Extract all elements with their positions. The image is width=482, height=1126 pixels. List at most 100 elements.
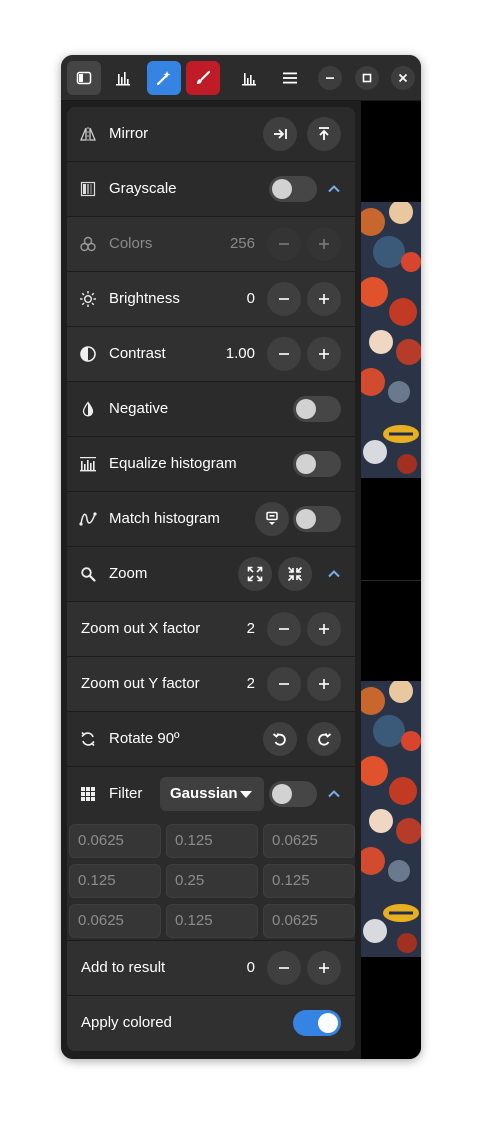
arrow-to-right-icon xyxy=(274,129,287,139)
equalize-histogram-label: Equalize histogram xyxy=(109,455,237,472)
content-area: Mirror Grayscale Colors 256 Brightness 0… xyxy=(61,101,421,1059)
maximize-icon xyxy=(362,73,372,83)
filter-switch[interactable] xyxy=(269,781,317,807)
plus-icon xyxy=(319,624,329,634)
match-histogram-icon xyxy=(79,510,97,528)
grayscale-icon xyxy=(79,180,97,198)
add-to-result-value: 0 xyxy=(246,959,255,976)
close-button[interactable] xyxy=(391,66,415,90)
image-preview xyxy=(361,101,421,1059)
plus-icon xyxy=(319,679,329,689)
contrast-decrement-button[interactable] xyxy=(267,337,301,371)
magic-wand-button[interactable] xyxy=(147,61,181,95)
image-select-icon xyxy=(266,511,278,525)
kernel-cell[interactable]: 0.0625 xyxy=(263,824,355,858)
equalize-histogram-switch[interactable] xyxy=(293,451,341,477)
mirror-label: Mirror xyxy=(109,125,149,142)
plus-icon xyxy=(319,239,329,249)
add-to-result-row: Add to result 0 xyxy=(67,941,355,996)
grayscale-collapse-button[interactable] xyxy=(325,180,343,198)
colors-increment-button[interactable] xyxy=(307,227,341,261)
kernel-cell[interactable]: 0.125 xyxy=(166,904,258,938)
zoom-y-increment-button[interactable] xyxy=(307,667,341,701)
match-histogram-select-button[interactable] xyxy=(255,502,289,536)
mirror-row: Mirror xyxy=(67,107,355,162)
add-to-result-label: Add to result xyxy=(81,959,166,976)
sidebar-toggle-button[interactable] xyxy=(67,61,101,95)
minus-icon xyxy=(279,967,289,969)
minimize-button[interactable] xyxy=(318,66,342,90)
negative-row: Negative xyxy=(67,382,355,437)
kernel-cell[interactable]: 0.125 xyxy=(263,864,355,898)
add-to-result-increment-button[interactable] xyxy=(307,951,341,985)
kernel-cell[interactable]: 0.125 xyxy=(69,864,161,898)
switch-knob xyxy=(272,784,292,804)
kernel-cell[interactable]: 0.25 xyxy=(166,864,258,898)
negative-label: Negative xyxy=(109,400,169,417)
equalize-histogram-row: Equalize histogram xyxy=(67,437,355,492)
zoom-x-factor-value: 2 xyxy=(246,620,255,637)
brush-icon xyxy=(197,70,211,84)
grayscale-switch[interactable] xyxy=(269,176,317,202)
apply-colored-switch[interactable] xyxy=(293,1010,341,1036)
histogram-icon xyxy=(116,72,130,86)
plus-icon xyxy=(319,349,329,359)
colors-decrement-button[interactable] xyxy=(267,227,301,261)
contrast-icon xyxy=(79,345,97,363)
zoom-collapse-button[interactable] xyxy=(325,565,343,583)
kernel-cell[interactable]: 0.0625 xyxy=(69,904,161,938)
rotate-right-button[interactable] xyxy=(307,722,341,756)
filter-collapse-button[interactable] xyxy=(325,785,343,803)
result-image xyxy=(361,681,421,957)
main-menu-button[interactable] xyxy=(273,61,307,95)
brightness-increment-button[interactable] xyxy=(307,282,341,316)
zoom-in-button[interactable] xyxy=(238,557,272,591)
close-icon xyxy=(398,73,408,83)
chevron-up-icon xyxy=(328,790,340,798)
filter-label: Filter xyxy=(109,785,143,802)
match-histogram-switch[interactable] xyxy=(293,506,341,532)
arrow-to-top-icon xyxy=(319,127,329,140)
brightness-icon xyxy=(79,290,97,308)
zoom-y-decrement-button[interactable] xyxy=(267,667,301,701)
rotate-left-button[interactable] xyxy=(263,722,297,756)
filter-type-dropdown[interactable]: Gaussian xyxy=(160,777,264,811)
minus-icon xyxy=(279,298,289,300)
maximize-button[interactable] xyxy=(355,66,379,90)
negative-icon xyxy=(79,400,97,418)
add-to-result-decrement-button[interactable] xyxy=(267,951,301,985)
filter-grid-icon xyxy=(79,785,97,803)
plus-icon xyxy=(319,294,329,304)
switch-knob xyxy=(296,454,316,474)
switch-knob xyxy=(296,399,316,419)
chevron-up-icon xyxy=(328,570,340,578)
zoom-x-increment-button[interactable] xyxy=(307,612,341,646)
zoom-x-decrement-button[interactable] xyxy=(267,612,301,646)
contrast-increment-button[interactable] xyxy=(307,337,341,371)
minimize-icon xyxy=(326,77,334,79)
brightness-label: Brightness xyxy=(109,290,180,307)
switch-knob xyxy=(296,509,316,529)
mirror-icon xyxy=(79,125,97,143)
histogram-view-button[interactable] xyxy=(232,61,266,95)
operations-panel: Mirror Grayscale Colors 256 Brightness 0… xyxy=(67,107,355,1051)
mirror-horizontal-button[interactable] xyxy=(263,117,297,151)
colors-label: Colors xyxy=(109,235,153,252)
histogram-button[interactable] xyxy=(106,61,140,95)
switch-knob xyxy=(272,179,292,199)
kernel-cell[interactable]: 0.0625 xyxy=(263,904,355,938)
kernel-cell[interactable]: 0.0625 xyxy=(69,824,161,858)
kernel-cell[interactable]: 0.125 xyxy=(166,824,258,858)
grayscale-row: Grayscale xyxy=(67,162,355,217)
brush-button[interactable] xyxy=(186,61,220,95)
rotate-label: Rotate 90º xyxy=(109,730,180,747)
zoom-x-factor-row: Zoom out X factor 2 xyxy=(67,602,355,657)
brightness-decrement-button[interactable] xyxy=(267,282,301,316)
negative-switch[interactable] xyxy=(293,396,341,422)
zoom-out-button[interactable] xyxy=(278,557,312,591)
mirror-vertical-button[interactable] xyxy=(307,117,341,151)
minus-icon xyxy=(279,243,289,245)
hamburger-menu-icon xyxy=(283,72,297,84)
magic-wand-icon xyxy=(156,71,171,86)
preview-divider xyxy=(361,580,421,581)
